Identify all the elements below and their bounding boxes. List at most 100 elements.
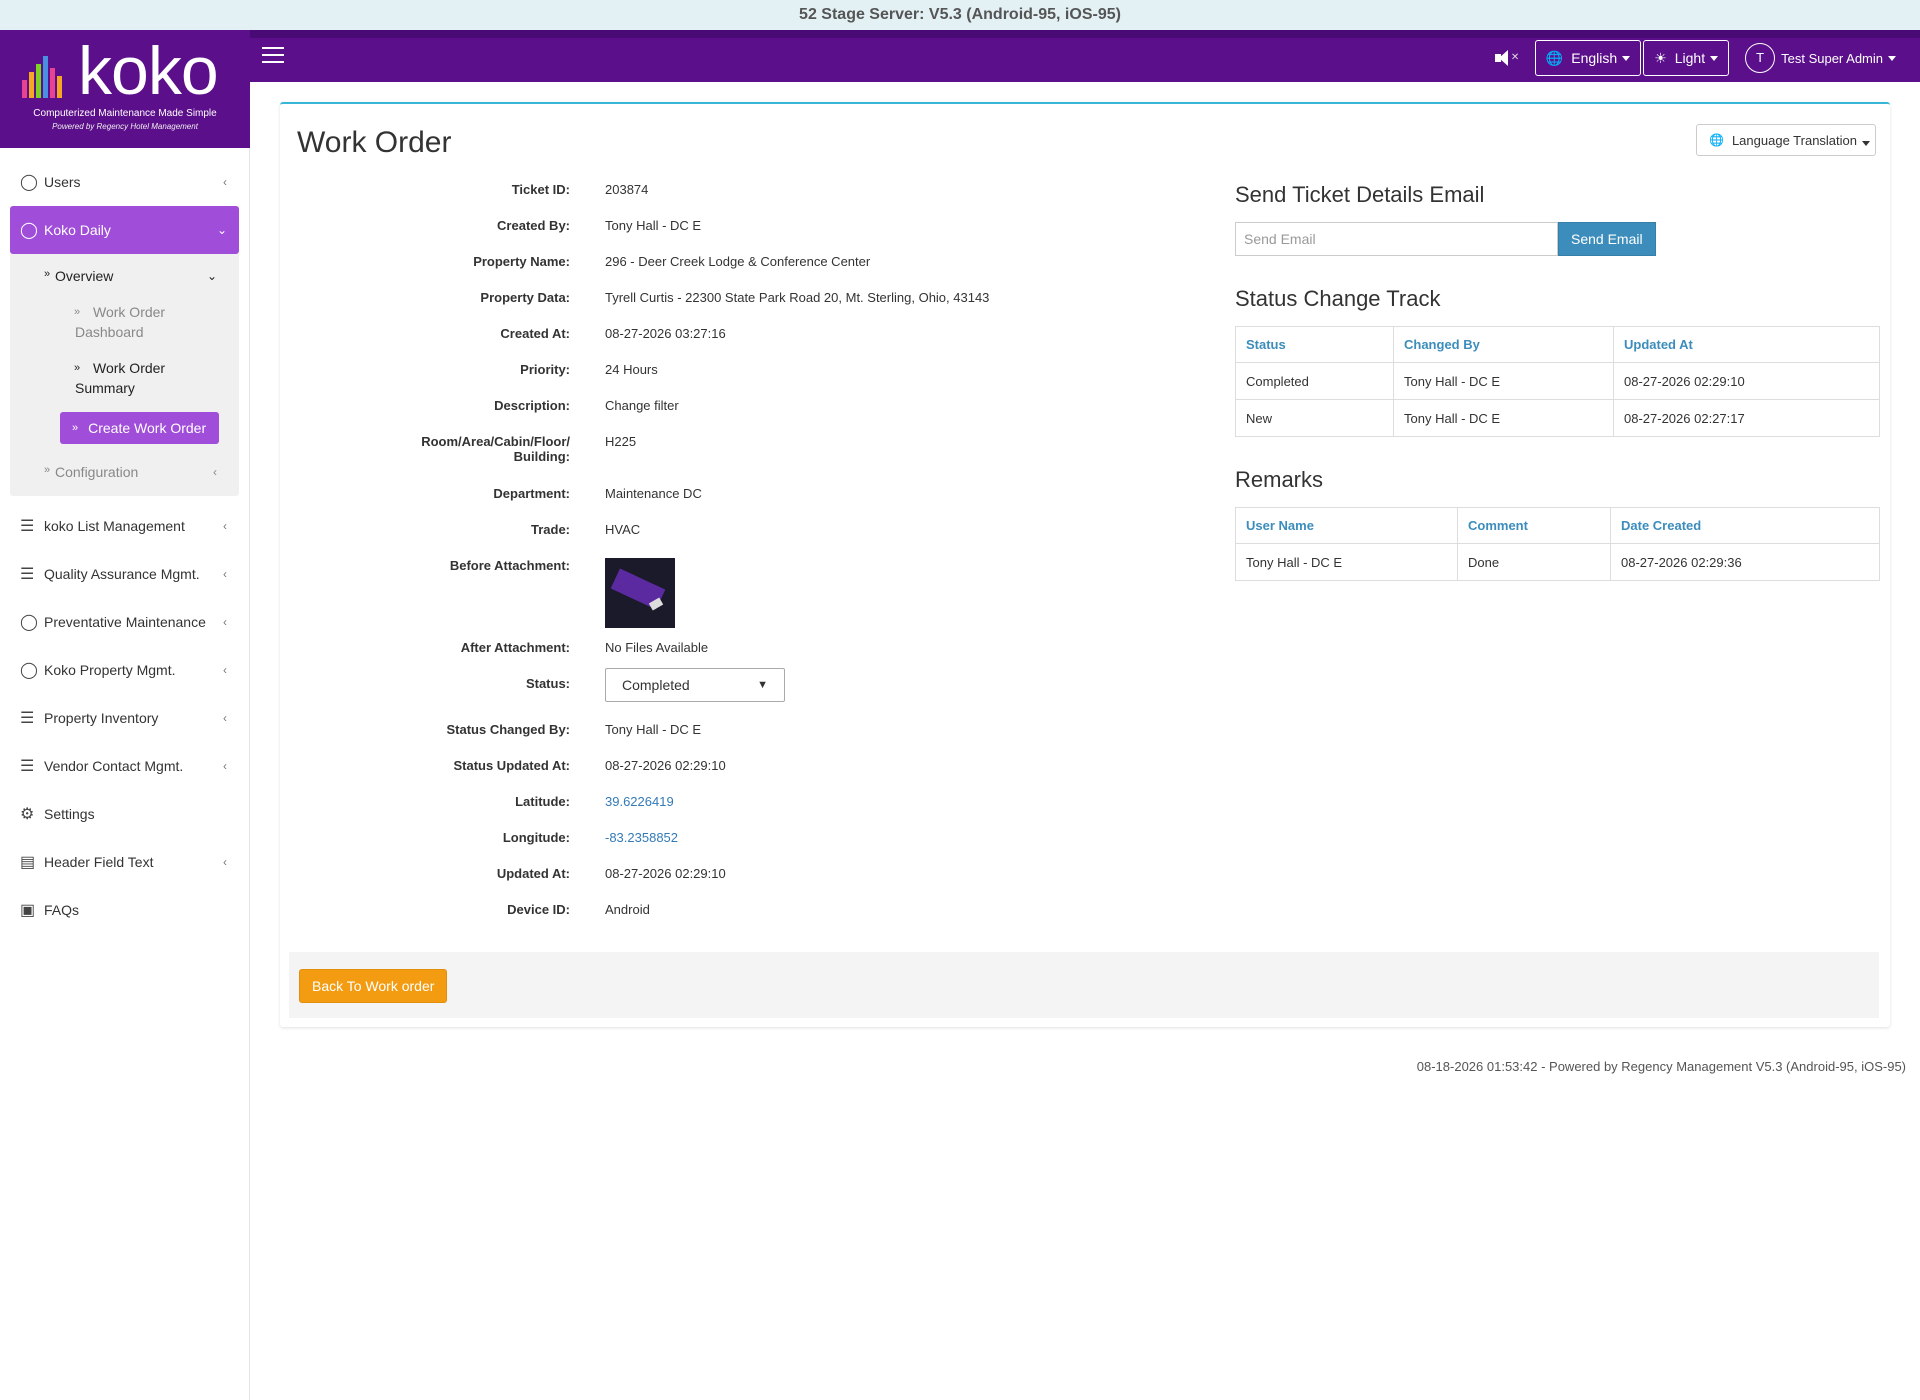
- panel-footer: Back To Work order: [289, 952, 1879, 1018]
- email-section-title: Send Ticket Details Email: [1235, 182, 1485, 207]
- sidebar-item-vendor-contact[interactable]: ☰ Vendor Contact Mgmt. ‹: [10, 742, 239, 790]
- trade-value: HVAC: [605, 522, 641, 537]
- chevron-left-icon: ‹: [223, 615, 227, 629]
- sidebar-subitem-label: Work Order Summary: [75, 360, 166, 396]
- detail-row-status-updated-at: Status Updated At: 08-27-2026 02:29:10: [280, 758, 1180, 794]
- department-value: Maintenance DC: [605, 486, 702, 501]
- sidebar-item-label: Quality Assurance Mgmt.: [44, 566, 200, 582]
- detail-row-created-by: Created By: Tony Hall - DC E: [280, 218, 1180, 254]
- sidebar-item-users[interactable]: ◯ Users ‹: [10, 158, 239, 206]
- room-label-line2: Building:: [513, 449, 570, 464]
- double-chevron-icon: »: [72, 422, 79, 434]
- after-attachment-value: No Files Available: [605, 640, 709, 655]
- sidebar-item-quality-assurance[interactable]: ☰ Quality Assurance Mgmt. ‹: [10, 550, 239, 598]
- mute-icon[interactable]: ✕: [1493, 46, 1521, 70]
- sidebar-subitem-work-order-summary[interactable]: » Work Order Summary: [10, 350, 239, 406]
- detail-row-property-name: Property Name: 296 - Deer Creek Lodge & …: [280, 254, 1180, 290]
- room-label-line1: Room/Area/Cabin/Floor/: [421, 434, 570, 449]
- status-select[interactable]: Completed ▼: [605, 668, 785, 702]
- field-label: Room/Area/Cabin/Floor/Building:: [370, 434, 570, 464]
- created-by-value: Tony Hall - DC E: [605, 218, 702, 233]
- page-footer: 08-18-2026 01:53:42 - Powered by Regency…: [1416, 1059, 1906, 1074]
- send-email-input[interactable]: [1235, 222, 1558, 256]
- field-label: Created By:: [497, 218, 570, 233]
- logo-word: koko: [78, 33, 219, 109]
- priority-value: 24 Hours: [605, 362, 658, 377]
- field-label: Longitude:: [502, 830, 570, 845]
- chevron-left-icon: ‹: [223, 175, 227, 189]
- table-cell: 08-27-2026 02:27:17: [1613, 399, 1880, 437]
- language-translation-label: Language Translation: [1731, 132, 1857, 148]
- sidebar-item-koko-daily[interactable]: ◯ Koko Daily ⌄: [10, 206, 239, 254]
- column-header[interactable]: Updated At: [1613, 326, 1880, 363]
- sidebar-subitem-label: Overview: [55, 268, 114, 284]
- field-label: Updated At:: [496, 866, 570, 881]
- sidebar-subitem-work-order-dashboard[interactable]: » Work Order Dashboard: [10, 294, 239, 350]
- double-chevron-icon: »: [74, 362, 81, 374]
- status-value-wrap: Completed ▼: [605, 668, 785, 702]
- property-data-value: Tyrell Curtis - 22300 State Park Road 20…: [605, 290, 990, 305]
- work-order-panel: Work Order 🌐 Language Translation Ticket…: [280, 102, 1890, 1027]
- field-label: Status Changed By:: [446, 722, 570, 737]
- sidebar-item-faqs[interactable]: ▣ FAQs: [10, 886, 239, 934]
- room-value: H225: [605, 434, 637, 449]
- logo-tagline: Computerized Maintenance Made Simple: [33, 108, 217, 119]
- field-label: Department:: [493, 486, 570, 501]
- chevron-left-icon: ‹: [223, 663, 227, 677]
- hamburger-menu-icon[interactable]: [262, 47, 284, 65]
- top-navbar: ✕ 🌐 English ☀ Light T Test Super Admin: [250, 30, 1920, 82]
- sidebar-item-koko-list-management[interactable]: ☰ koko List Management ‹: [10, 502, 239, 550]
- remarks-title: Remarks: [1235, 467, 1324, 492]
- latitude-link[interactable]: 39.6226419: [605, 794, 674, 809]
- theme-dropdown[interactable]: ☀ Light: [1643, 40, 1730, 76]
- page-title: Work Order: [297, 126, 452, 159]
- status-track-title: Status Change Track: [1235, 286, 1441, 311]
- language-dropdown[interactable]: 🌐 English: [1534, 40, 1642, 76]
- sidebar-subitem-configuration[interactable]: » Configuration ‹: [10, 454, 239, 490]
- detail-row-priority: Priority: 24 Hours: [280, 362, 1180, 398]
- field-label: Created At:: [500, 326, 570, 341]
- column-header[interactable]: Status: [1235, 326, 1394, 363]
- longitude-link[interactable]: -83.2358852: [605, 830, 678, 845]
- sidebar-item-settings[interactable]: ⚙ Settings: [10, 790, 239, 838]
- caret-down-icon: [1862, 140, 1870, 146]
- sidebar-item-label: Koko Property Mgmt.: [44, 662, 176, 678]
- user-menu[interactable]: T Test Super Admin: [1745, 43, 1896, 73]
- sidebar-item-label: Preventative Maintenance: [44, 614, 206, 630]
- column-header[interactable]: Comment: [1457, 507, 1611, 544]
- table-row: New Tony Hall - DC E 08-27-2026 02:27:17: [1235, 399, 1880, 437]
- attachment-thumbnail[interactable]: [605, 558, 675, 628]
- column-header[interactable]: User Name: [1235, 507, 1458, 544]
- column-header[interactable]: Changed By: [1393, 326, 1614, 363]
- column-header[interactable]: Date Created: [1610, 507, 1880, 544]
- send-email-button[interactable]: Send Email: [1558, 222, 1656, 256]
- table-cell: Done: [1457, 543, 1611, 581]
- detail-row-description: Description: Change filter: [280, 398, 1180, 434]
- back-to-work-order-button[interactable]: Back To Work order: [299, 969, 448, 1003]
- field-label: Ticket ID:: [511, 182, 570, 197]
- sidebar-item-label: Vendor Contact Mgmt.: [44, 758, 184, 774]
- create-work-order-button[interactable]: » Create Work Order: [60, 412, 219, 444]
- chevron-left-icon: ‹: [223, 759, 227, 773]
- globe-icon: 🌐: [1709, 133, 1724, 147]
- sidebar-item-label: Users: [44, 174, 81, 190]
- globe-icon: 🌐: [1545, 49, 1564, 66]
- table-cell: 08-27-2026 02:29:10: [1613, 362, 1880, 400]
- sidebar-subitem-overview[interactable]: » Overview ⌄: [10, 258, 239, 294]
- sidebar-item-label: Koko Daily: [44, 222, 111, 238]
- logo[interactable]: koko Computerized Maintenance Made Simpl…: [0, 30, 250, 148]
- sidebar-item-header-field-text[interactable]: ▤ Header Field Text ‹: [10, 838, 239, 886]
- language-translation-button[interactable]: 🌐 Language Translation: [1696, 124, 1876, 156]
- sidebar-item-preventative-maintenance[interactable]: ◯ Preventative Maintenance ‹: [10, 598, 239, 646]
- detail-row-created-at: Created At: 08-27-2026 03:27:16: [280, 326, 1180, 362]
- table-header-row: Status Changed By Updated At: [1235, 326, 1880, 363]
- status-changed-by-value: Tony Hall - DC E: [605, 722, 702, 737]
- detail-row-before-attachment: Before Attachment:: [280, 558, 1180, 640]
- chevron-left-icon: ‹: [223, 567, 227, 581]
- server-icon: ▤: [20, 854, 36, 871]
- gear-icon: ⚙: [20, 806, 35, 823]
- sidebar-item-koko-property-mgmt[interactable]: ◯ Koko Property Mgmt. ‹: [10, 646, 239, 694]
- detail-row-trade: Trade: HVAC: [280, 522, 1180, 558]
- sidebar-item-property-inventory[interactable]: ☰ Property Inventory ‹: [10, 694, 239, 742]
- sidebar-item-label: Settings: [44, 806, 95, 822]
